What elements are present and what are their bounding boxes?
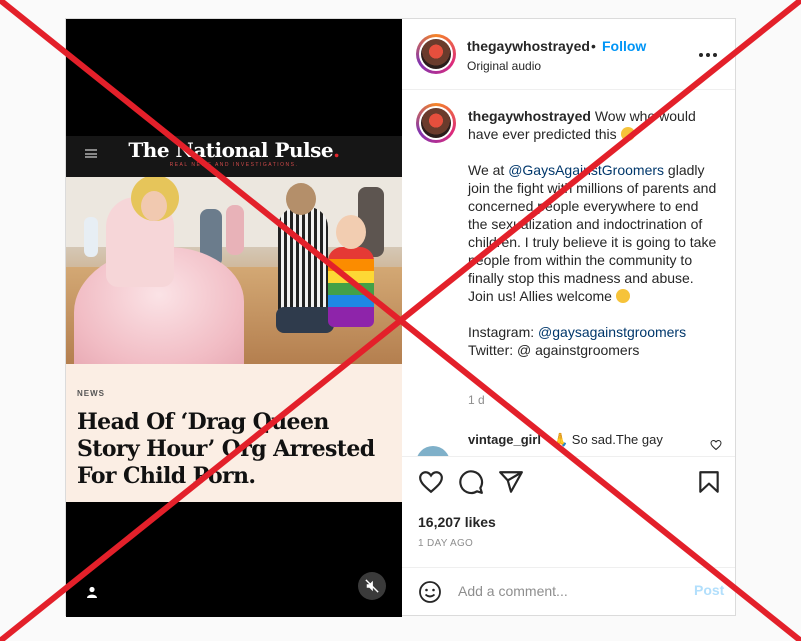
likes-count[interactable]: 16,207 likes	[418, 514, 496, 530]
publication-name: The National Pulse.	[128, 138, 340, 162]
caption-avatar[interactable]	[416, 103, 456, 143]
caption-username[interactable]: thegaywhostrayed	[468, 108, 591, 124]
post-date[interactable]: 1 DAY AGO	[418, 538, 473, 549]
comment-bar: Post	[402, 567, 735, 616]
separator-dot: •	[591, 38, 596, 54]
smile-emoji-icon	[620, 127, 635, 141]
comment-heart-icon[interactable]	[710, 438, 722, 456]
post-header: thegaywhostrayed • Follow Original audio	[402, 19, 735, 90]
audio-label[interactable]: Original audio	[467, 59, 541, 73]
follow-button[interactable]: Follow	[602, 38, 646, 54]
bookmark-icon[interactable]	[696, 469, 722, 495]
emoji-icon[interactable]	[418, 580, 442, 604]
twitter-line: Twitter: @ againstgroomers	[468, 342, 640, 358]
caption-para-body: gladly join the fight with millions of p…	[468, 162, 717, 304]
article-headline: Head Of ‘Drag Queen Story Hour’ Org Arre…	[77, 409, 375, 489]
caption-section: thegaywhostrayed Wow who would have ever…	[402, 90, 735, 456]
mention-link[interactable]: @GaysAgainstGroomers	[508, 162, 664, 178]
post-comment-button[interactable]: Post	[694, 582, 724, 598]
comment-icon[interactable]	[458, 469, 484, 495]
caption-text: thegaywhostrayed Wow who would have ever…	[468, 107, 720, 359]
more-options-icon[interactable]	[699, 53, 717, 57]
article-masthead: The National Pulse. REAL NEWS AND INVEST…	[66, 136, 402, 177]
post-media[interactable]: The National Pulse. REAL NEWS AND INVEST…	[66, 19, 402, 617]
article-kicker: NEWS	[77, 389, 105, 398]
article-photo	[66, 177, 402, 364]
publication-tagline: REAL NEWS AND INVESTIGATIONS.	[169, 162, 299, 168]
commenter-avatar[interactable]	[416, 446, 450, 456]
share-icon[interactable]	[498, 469, 524, 495]
muted-icon[interactable]	[358, 572, 386, 600]
heart-emoji-icon	[615, 289, 630, 303]
comment-input[interactable]	[458, 580, 668, 602]
caption-para-pre: We at	[468, 162, 509, 178]
post-side-panel: thegaywhostrayed • Follow Original audio…	[402, 19, 735, 615]
profile-icon[interactable]	[82, 582, 102, 602]
caption-timestamp[interactable]: 1 d	[468, 393, 485, 407]
commenter-username[interactable]: vintage_girl	[468, 432, 541, 447]
avatar[interactable]	[416, 34, 456, 74]
author-username[interactable]: thegaywhostrayed	[467, 38, 590, 54]
instagram-post: The National Pulse. REAL NEWS AND INVEST…	[65, 18, 736, 617]
instagram-handle-link[interactable]: @gaysagainstgroomers	[538, 324, 686, 340]
action-bar: 16,207 likes 1 DAY AGO	[402, 456, 735, 567]
heart-icon[interactable]	[418, 469, 444, 495]
article-card: NEWS Head Of ‘Drag Queen Story Hour’ Org…	[66, 364, 402, 502]
instagram-label: Instagram:	[468, 324, 539, 340]
comment-text: 🙏 So sad.The gay	[552, 432, 663, 447]
